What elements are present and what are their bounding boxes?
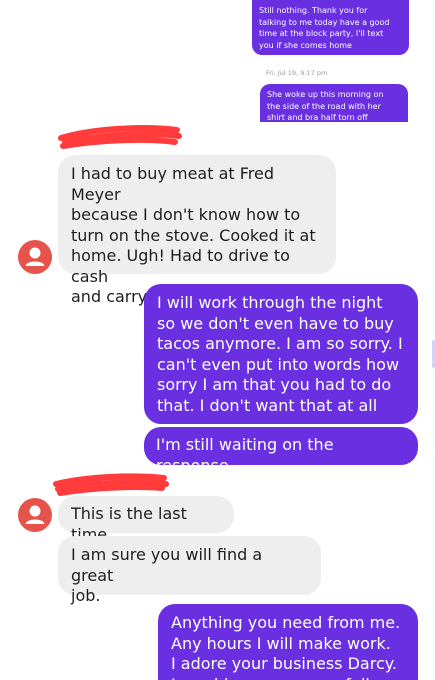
message-bubble-incoming[interactable]: This is the last time <box>58 496 234 544</box>
message-bubble-outgoing[interactable]: I will work through the night so we don'… <box>144 284 418 424</box>
avatar[interactable] <box>18 498 52 532</box>
message-bubble-outgoing[interactable]: She woke up this morning on the side of … <box>260 84 408 122</box>
message-bubble-outgoing[interactable]: Anything you need from me. Any hours I w… <box>158 604 418 680</box>
person-icon <box>25 247 45 266</box>
redaction-scribble <box>53 473 169 496</box>
redaction-scribble <box>58 125 182 149</box>
message-timestamp: Fri, Jul 19, 9:17 pm <box>266 69 328 77</box>
message-bubble-incoming[interactable]: I am sure you will find a great job. <box>58 536 321 605</box>
message-bubble-outgoing[interactable]: I'm still waiting on the response. <box>144 427 418 475</box>
message-bubble-incoming[interactable]: I had to buy meat at Fred Meyer because … <box>58 155 336 306</box>
person-icon <box>25 505 45 524</box>
message-bubble-outgoing[interactable]: Still nothing. Thank you for talking to … <box>252 0 409 55</box>
avatar[interactable] <box>18 240 52 274</box>
